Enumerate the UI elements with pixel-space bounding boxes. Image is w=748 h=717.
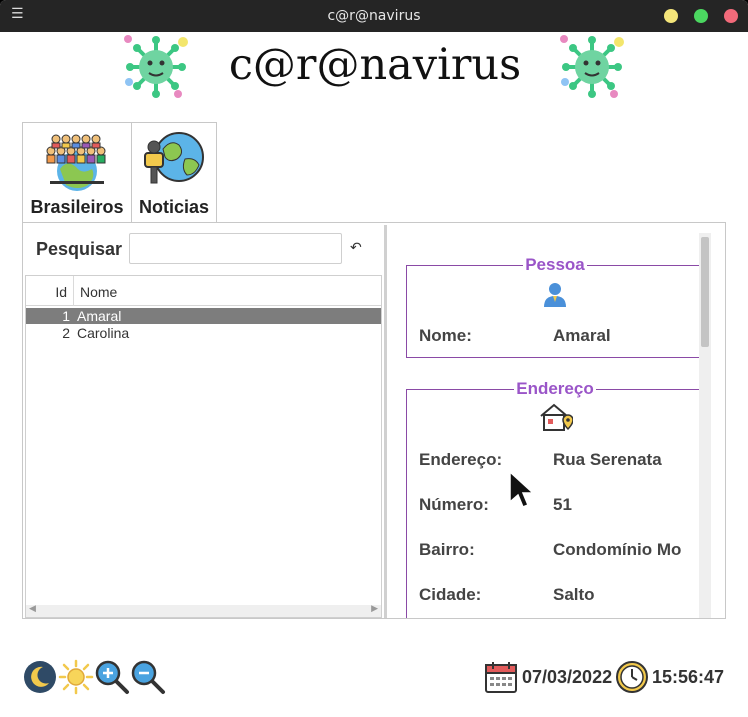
search-label: Pesquisar <box>36 239 123 259</box>
undo-icon[interactable]: ↶ <box>350 240 362 256</box>
status-bar: 07/03/2022 15:56:47 <box>0 640 748 717</box>
table-row[interactable]: 1 Amaral <box>26 308 381 324</box>
scroll-right-icon[interactable]: ▶ <box>371 604 378 614</box>
cidade-value: Salto <box>553 585 595 604</box>
moon-icon[interactable] <box>22 659 58 695</box>
app-window: ☰ c@r@navirus c@r@navirus Brasileiros No… <box>0 0 748 717</box>
minimize-button[interactable] <box>664 9 678 23</box>
cell-nome: Amaral <box>77 308 122 324</box>
maximize-button[interactable] <box>694 9 708 23</box>
nome-value: Amaral <box>553 326 611 345</box>
cidade-label: Cidade: <box>419 585 482 604</box>
vertical-scrollbar[interactable] <box>699 233 711 618</box>
person-icon <box>544 283 566 307</box>
globe-microphone-icon <box>144 132 204 184</box>
sun-icon[interactable] <box>58 659 94 695</box>
endereco-label: Endereço: <box>419 450 503 469</box>
title-bar: ☰ c@r@navirus <box>0 0 748 32</box>
house-location-icon <box>540 403 573 431</box>
tab-brasileiros[interactable]: Brasileiros <box>22 122 132 222</box>
zoom-in-icon[interactable] <box>94 659 130 695</box>
group-title: Pessoa <box>523 255 587 274</box>
scrollbar-thumb[interactable] <box>701 237 709 347</box>
tab-label: Brasileiros <box>30 197 124 217</box>
brasileiros-panel: Pesquisar ↶ Id Nome 1 Amaral 2 Carolina … <box>22 222 726 619</box>
app-title: c@r@navirus <box>228 40 522 90</box>
time-display: 15:56:47 <box>652 667 725 687</box>
column-divider[interactable] <box>73 276 74 306</box>
column-header-id[interactable]: Id <box>26 284 73 300</box>
cell-id: 1 <box>62 308 70 324</box>
table-row[interactable]: 2 Carolina <box>26 325 381 341</box>
tab-label: Noticias <box>138 197 210 217</box>
people-table[interactable]: Id Nome 1 Amaral 2 Carolina ◀ ▶ <box>25 275 382 618</box>
clock-icon <box>616 661 648 693</box>
details-pane: Pessoa Nome: Amaral Endereço Endereço: R… <box>389 223 711 618</box>
virus-icon <box>560 35 624 98</box>
horizontal-scrollbar[interactable]: ◀ ▶ <box>26 604 381 617</box>
bairro-value: Condomínio Mo <box>553 540 682 559</box>
pessoa-group: Pessoa Nome: Amaral <box>406 255 704 358</box>
virus-icon <box>124 35 188 98</box>
calendar-icon <box>485 662 517 693</box>
cell-nome: Carolina <box>77 325 130 341</box>
close-button[interactable] <box>724 9 738 23</box>
search-input[interactable] <box>129 233 342 264</box>
window-title: c@r@navirus <box>327 8 421 24</box>
group-title: Endereço <box>514 379 596 398</box>
nome-label: Nome: <box>419 326 472 345</box>
pane-splitter[interactable] <box>384 225 387 618</box>
app-header: c@r@navirus <box>0 32 748 120</box>
endereco-value: Rua Serenata <box>553 450 662 469</box>
numero-label: Número: <box>419 495 489 514</box>
cell-id: 2 <box>62 325 70 341</box>
zoom-out-icon[interactable] <box>130 659 166 695</box>
endereco-group: Endereço Endereço: Rua Serenata Número: … <box>406 379 704 618</box>
numero-value: 51 <box>553 495 572 514</box>
crowd-globe-icon <box>46 134 106 191</box>
table-header: Id Nome <box>26 276 381 306</box>
scroll-left-icon[interactable]: ◀ <box>29 604 36 614</box>
column-header-nome[interactable]: Nome <box>80 284 117 300</box>
mouse-cursor-icon <box>509 470 535 508</box>
bairro-label: Bairro: <box>419 540 475 559</box>
date-display: 07/03/2022 <box>522 667 613 687</box>
tab-noticias[interactable]: Noticias <box>131 122 217 222</box>
